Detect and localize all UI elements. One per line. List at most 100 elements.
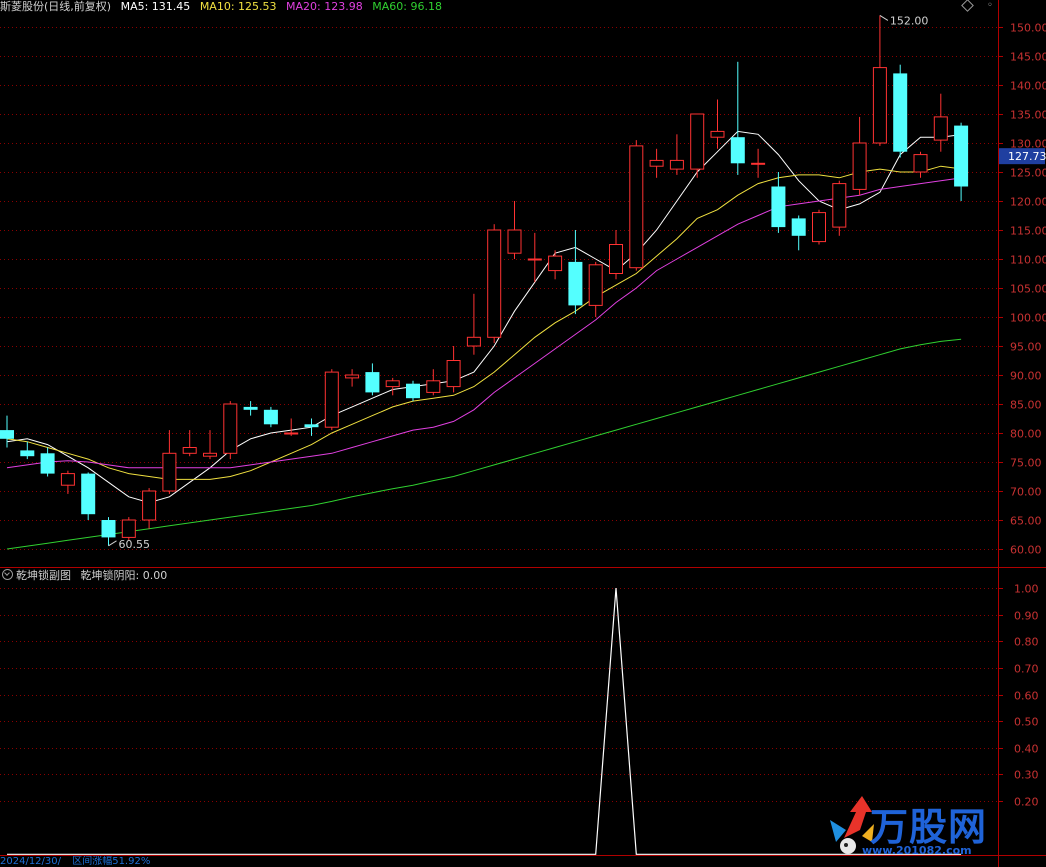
footer-change: 区间涨幅51.92% — [72, 856, 151, 867]
indicator-tick-label: 1.00 — [1014, 583, 1039, 596]
candle-down — [0, 415, 14, 448]
candle-body — [426, 380, 441, 393]
candle-up — [487, 224, 502, 344]
candle-body — [60, 473, 75, 486]
candle-body — [568, 261, 583, 306]
candle-body — [324, 371, 339, 428]
price-tick-label: 95.00 — [1010, 341, 1042, 354]
candle-body — [182, 447, 197, 454]
candle-up — [609, 230, 623, 280]
candle-up — [324, 369, 339, 431]
candle-body — [629, 145, 644, 269]
watermark-url: www.201082.com — [862, 844, 972, 857]
candle-down — [101, 517, 116, 546]
candle-down — [406, 380, 420, 402]
candle-body — [203, 452, 217, 457]
candle-body — [304, 424, 319, 428]
candle-down — [954, 122, 969, 201]
candle-up — [588, 261, 603, 317]
ma10-label: MA10: 125.53 — [199, 0, 277, 13]
candle-body — [487, 229, 502, 338]
candle-body — [609, 244, 623, 274]
candle-up — [466, 293, 481, 355]
candle-body — [466, 336, 481, 347]
candle-body — [730, 137, 745, 164]
candle-up — [832, 180, 847, 236]
grid-layer — [0, 27, 998, 802]
candle-up — [913, 151, 928, 178]
price-tick-label: 70.00 — [1010, 486, 1042, 499]
price-tick-label: 90.00 — [1010, 370, 1042, 383]
ma20-label: MA20: 123.98 — [286, 0, 363, 13]
candle-body — [0, 430, 14, 439]
min-price-pointer — [108, 540, 117, 547]
price-tick-label: 105.00 — [1010, 283, 1046, 296]
candle-body — [345, 374, 360, 379]
candle-body — [771, 186, 786, 228]
candle-up — [852, 116, 867, 196]
candle-down — [365, 363, 380, 396]
candle-body — [365, 372, 380, 393]
candle-body — [690, 113, 705, 170]
candle-up — [284, 418, 299, 436]
collapse-icon[interactable] — [2, 569, 13, 580]
candle-body — [142, 490, 157, 521]
candle-body — [81, 473, 96, 515]
candle-down — [40, 447, 55, 477]
candle-up — [649, 148, 664, 178]
price-tick-label: 150.00 — [1010, 22, 1046, 35]
candle-up — [872, 15, 887, 146]
candle-up — [385, 377, 400, 396]
price-tick-label: 65.00 — [1010, 515, 1042, 528]
candle-down — [791, 215, 806, 251]
candle-down — [263, 406, 278, 428]
candle-up — [162, 430, 177, 494]
candle-up — [669, 134, 684, 175]
price-tick-label: 145.00 — [1010, 51, 1046, 64]
stock-chart: 60.00 65.00 70.00 75.00 80.00 85.00 90.00 95.00… — [0, 0, 1046, 867]
candle-up — [527, 232, 542, 283]
candle-body — [588, 264, 603, 306]
candle-body — [649, 159, 664, 167]
candle-body — [385, 380, 400, 388]
price-tick-label: 110.00 — [1010, 254, 1046, 267]
candle-down — [568, 230, 583, 315]
price-tick-label: 75.00 — [1010, 457, 1042, 470]
candle-up — [60, 470, 75, 494]
candle-down — [243, 401, 258, 416]
candle-up — [710, 99, 725, 149]
candle-body — [406, 383, 420, 399]
candle-body — [121, 519, 136, 538]
price-tick-label: 115.00 — [1010, 225, 1046, 238]
min-price-label: 60.55 — [119, 538, 151, 551]
candle-up — [345, 369, 360, 387]
watermark-brand: 万股网 — [870, 805, 988, 849]
circle-dot-icon[interactable]: ◦ — [987, 0, 993, 11]
indicator-title: 乾坤锁副图 — [16, 569, 71, 582]
candle-up — [751, 148, 766, 178]
candle-body — [954, 125, 969, 187]
candle-up — [182, 430, 197, 457]
candle-down — [893, 64, 908, 158]
price-tick-label: 85.00 — [1010, 399, 1042, 412]
ma5-label: MA5: 131.45 — [120, 0, 191, 13]
candle-body — [243, 406, 258, 410]
candle-body — [710, 130, 725, 138]
candle-up — [142, 488, 157, 529]
candle-up — [507, 201, 522, 259]
candle-body — [20, 450, 35, 457]
footer-date: 2024/12/30/ — [0, 856, 62, 867]
indicator-tick-label: 0.40 — [1014, 743, 1039, 756]
indicator-tick-label: 0.90 — [1014, 610, 1039, 623]
stock-label: 斯菱股份(日线,前复权) — [0, 0, 112, 13]
candle-body — [446, 360, 461, 388]
candle-body — [40, 453, 55, 474]
candle-body — [101, 520, 116, 538]
indicator-tick-label: 0.70 — [1014, 663, 1039, 676]
indicator-tick-label: 0.30 — [1014, 769, 1039, 782]
max-price-label: 152.00 — [890, 14, 929, 27]
ma60-label: MA60: 96.18 — [372, 0, 442, 13]
candle-body — [284, 432, 299, 435]
candle-down — [81, 472, 96, 520]
candle-down — [730, 61, 745, 175]
